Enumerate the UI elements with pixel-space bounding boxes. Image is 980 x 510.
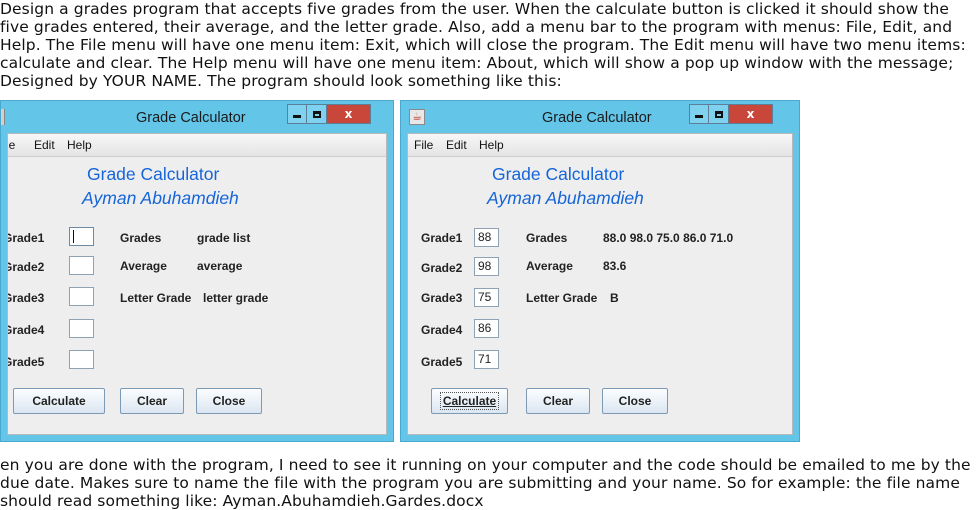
close-window-button[interactable]: x (729, 104, 773, 124)
grade4-field[interactable]: 86 (474, 319, 499, 338)
author-name: Ayman Abuhamdieh (82, 188, 239, 208)
instructions-line: Help. The File menu will have one menu i… (0, 36, 966, 54)
grade3-label: Grade3 (421, 291, 463, 305)
grade4-label: Grade4 (421, 323, 463, 337)
grade2-label: Grade2 (421, 261, 463, 275)
clear-button[interactable]: Clear (120, 388, 184, 414)
menu-bar: le Edit Help (8, 134, 386, 157)
minimize-icon (293, 114, 301, 118)
menu-help[interactable]: Help (67, 138, 92, 152)
window-title: Grade Calculator (136, 110, 246, 126)
grade2-field[interactable]: 98 (474, 257, 499, 276)
average-label: Average (526, 259, 573, 273)
grade4-label: Grade4 (7, 323, 45, 337)
grade2-label: Grade2 (7, 260, 45, 274)
calculate-button-label: Calculate (439, 392, 500, 410)
grade3-label: Grade3 (7, 291, 45, 305)
maximize-icon (714, 110, 723, 118)
minimize-button[interactable] (287, 104, 307, 124)
instructions-line: Designed by YOUR NAME. The program shoul… (0, 72, 562, 90)
close-button[interactable]: Close (602, 388, 668, 414)
grades-label: Grades (120, 231, 162, 245)
calculate-button[interactable]: Calculate (431, 388, 508, 414)
maximize-icon (312, 110, 321, 118)
window-controls: x (689, 104, 773, 124)
instructions-line: Design a grades program that accepts fiv… (0, 0, 950, 18)
instructions-line: should read something like: Ayman.Abuham… (0, 492, 484, 510)
app-heading: Grade Calculator (87, 164, 220, 184)
grades-label: Grades (526, 231, 568, 245)
menu-bar: File Edit Help (408, 134, 792, 157)
window-controls: x (287, 104, 371, 124)
title-bar[interactable]: Grade Calculator x (1, 101, 393, 133)
window-content: le Edit Help Grade Calculator Ayman Abuh… (7, 133, 387, 435)
average-value: 83.6 (603, 259, 627, 273)
grade5-label: Grade5 (7, 355, 45, 369)
author-name: Ayman Abuhamdieh (487, 188, 644, 208)
menu-edit[interactable]: Edit (34, 138, 55, 152)
letter-grade-value: letter grade (203, 291, 269, 305)
grade-calculator-window-empty: Grade Calculator x le Edit Help Grade Ca… (0, 100, 394, 442)
close-button[interactable]: Close (196, 388, 262, 414)
grades-value: grade list (197, 231, 251, 245)
app-heading: Grade Calculator (492, 164, 625, 184)
close-window-button[interactable]: x (327, 104, 371, 124)
grade1-field[interactable]: 88 (474, 228, 499, 247)
grade5-label: Grade5 (421, 355, 463, 369)
java-cup-icon: ☕ (409, 109, 425, 125)
minimize-button[interactable] (689, 104, 709, 124)
java-cup-icon (1, 109, 5, 125)
grade1-field[interactable] (69, 227, 94, 246)
menu-edit[interactable]: Edit (446, 138, 467, 152)
minimize-icon (695, 114, 703, 118)
menu-file[interactable]: le (8, 138, 15, 152)
instructions-bottom: en you are done with the program, I need… (0, 456, 980, 510)
average-label: Average (120, 259, 167, 273)
instructions-line: five grades entered, their average, and … (0, 18, 953, 36)
menu-file[interactable]: File (414, 138, 433, 152)
clear-button[interactable]: Clear (526, 388, 590, 414)
grade1-label: Grade1 (421, 231, 463, 245)
instructions-line: en you are done with the program, I need… (0, 456, 971, 474)
instructions-top: Design a grades program that accepts fiv… (0, 0, 980, 90)
grade3-field[interactable] (69, 287, 94, 306)
grade2-field[interactable] (69, 256, 94, 275)
letter-grade-label: Letter Grade (526, 291, 598, 305)
window-title: Grade Calculator (542, 110, 652, 126)
menu-help[interactable]: Help (479, 138, 504, 152)
grade5-field[interactable]: 71 (474, 350, 499, 369)
window-content: File Edit Help Grade Calculator Ayman Ab… (407, 133, 793, 435)
maximize-button[interactable] (709, 104, 729, 124)
grade1-label: Grade1 (7, 231, 45, 245)
maximize-button[interactable] (307, 104, 327, 124)
instructions-line: due date. Makes sure to name the file wi… (0, 474, 960, 492)
close-icon: x (344, 107, 353, 121)
letter-grade-value: B (610, 291, 619, 305)
grade5-field[interactable] (69, 350, 94, 369)
calculate-button[interactable]: Calculate (13, 388, 105, 414)
grade3-field[interactable]: 75 (474, 288, 499, 307)
close-icon: x (746, 107, 755, 121)
title-bar[interactable]: ☕ Grade Calculator x (401, 101, 799, 133)
average-value: average (197, 259, 243, 273)
grade-calculator-window-filled: ☕ Grade Calculator x File Edit Help Grad… (400, 100, 800, 442)
grades-value: 88.0 98.0 75.0 86.0 71.0 (603, 231, 734, 245)
grade4-field[interactable] (69, 319, 94, 338)
letter-grade-label: Letter Grade (120, 291, 192, 305)
instructions-line: calculate and clear. The Help menu will … (0, 54, 954, 72)
